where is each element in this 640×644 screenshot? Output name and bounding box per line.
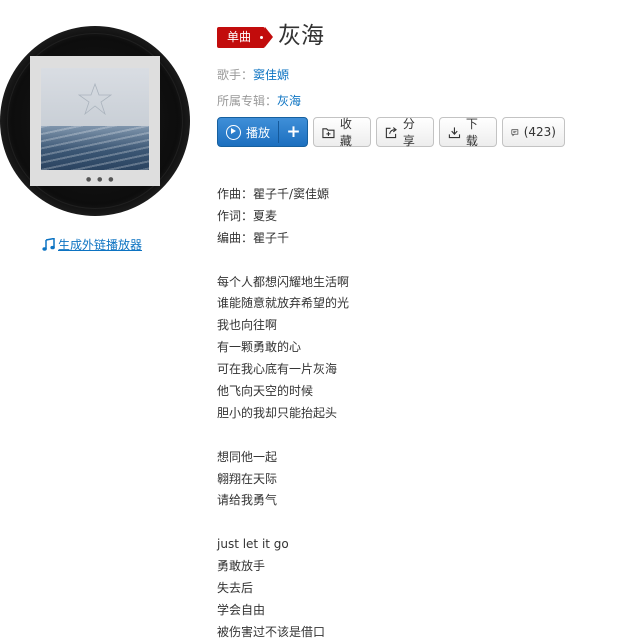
folder-plus-icon [322,127,335,138]
album-cover: ● ● ● [30,56,160,186]
song-title: 灰海 [278,23,324,49]
lyric-line: 作词：夏麦 [217,208,278,223]
play-icon [226,124,241,140]
lyric-line: 翱翔在天际 [217,471,278,486]
ext-player-label[interactable]: 生成外链播放器 [58,236,142,253]
comment-icon [511,128,519,136]
share-button[interactable]: 分享 [376,117,434,148]
singer-link[interactable]: 窦佳嫄 [253,68,289,82]
singer-label: 歌手： [217,68,254,82]
lyric-line: 谁能随意就放弃希望的光 [217,296,350,311]
play-button-group: 播放 + [217,117,308,147]
album-row: 所属专辑：灰海 [217,92,301,109]
collect-button[interactable]: 收藏 [313,117,371,148]
cover-sea [41,126,149,170]
badge-dot [260,36,264,39]
lyric-spacer [217,425,617,447]
play-button[interactable]: 播放 [218,118,278,146]
lyric-line: 编曲：瞿子千 [217,230,290,245]
lyric-line: 我也向往啊 [217,318,278,333]
lyric-line: 想同他一起 [217,449,278,464]
lyric-line: 失去后 [217,581,254,596]
cover-dots: ● ● ● [86,176,116,183]
lyric-spacer [217,512,617,534]
star-outline-icon [78,82,112,116]
album-link[interactable]: 灰海 [277,94,301,108]
share-label: 分享 [402,117,415,148]
lyric-line: 勇敢放手 [217,559,266,574]
lyric-line: 可在我心底有一片灰海 [217,362,338,377]
share-icon [385,126,397,138]
lyric-line: 他飞向天空的时候 [217,384,314,399]
lyric-line: just let it go [217,537,289,552]
add-to-playlist-button[interactable]: + [279,118,307,146]
lyric-line: 学会自由 [217,602,266,617]
lyrics-block: 作曲：瞿子千/窦佳嫄 作词：夏麦编曲：瞿子千每个人都想闪耀地生活啊 谁能随意就放弃希… [217,184,617,644]
lyric-line: 每个人都想闪耀地生活啊 [217,274,350,289]
comment-button[interactable]: (423) [502,117,565,147]
lyric-line: 有一颗勇敢的心 [217,340,302,355]
generate-external-player-link[interactable]: 生成外链播放器 [42,236,142,253]
collect-label: 收藏 [339,117,352,148]
single-badge: 单曲 [217,27,274,48]
badge-label: 单曲 [227,30,252,44]
lyric-spacer [217,250,617,272]
lyric-line: 胆小的我却只能抬起头 [217,405,338,420]
lyric-line: 请给我勇气 [217,493,278,508]
music-note-icon [42,238,55,251]
singer-row: 歌手：窦佳嫄 [217,66,289,83]
download-icon [448,126,461,138]
lyric-line: 作曲：瞿子千/窦佳嫄 [217,187,330,201]
comment-count: (423) [523,125,556,139]
album-label: 所属专辑： [217,94,278,108]
lyric-line: 被伤害过不该是借口 [217,624,326,639]
download-button[interactable]: 下载 [439,117,497,148]
download-label: 下载 [465,117,478,148]
play-label: 播放 [246,125,271,140]
